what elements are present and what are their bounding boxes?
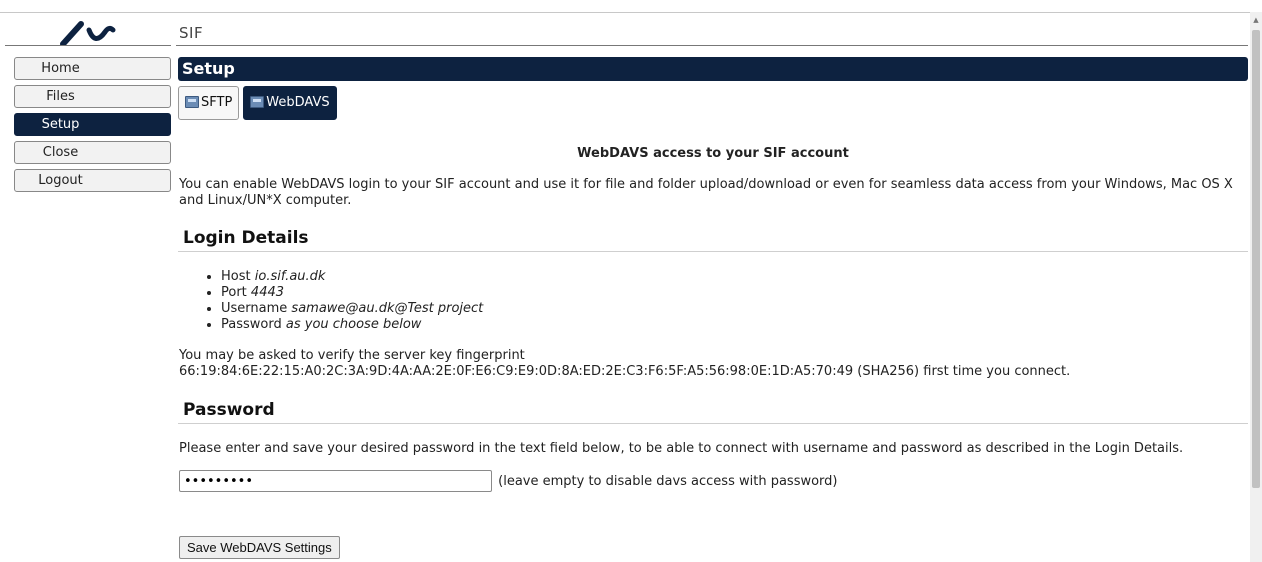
tab-label: WebDAVS (266, 95, 330, 110)
login-details-list: Host io.sif.au.dk Port 4443 Username sam… (201, 269, 483, 333)
nav-files-button[interactable]: Files (14, 85, 171, 108)
logo-underline (5, 45, 171, 46)
detail-label: Host (221, 269, 251, 284)
sidebar-nav: Home Files Setup Close Logout (14, 57, 171, 197)
detail-label: Password (221, 317, 282, 332)
scroll-up-icon[interactable]: ▲ (1250, 14, 1262, 26)
detail-value: io.sif.au.dk (254, 269, 326, 284)
page-heading: WebDAVS access to your SIF account (577, 146, 849, 161)
detail-value: samawe@au.dk@Test project (291, 301, 484, 316)
main-content: Setup SFTP WebDAVS WebDAVS access to you… (178, 57, 1248, 559)
scrollbar-thumb[interactable] (1252, 30, 1260, 488)
logo (5, 20, 171, 46)
scrollbar[interactable]: ▲ (1250, 12, 1262, 562)
app-title: SIF (179, 24, 204, 42)
nav-label: Close (42, 145, 79, 160)
nav-label: Files (46, 89, 75, 104)
tab-webdavs[interactable]: WebDAVS (243, 86, 337, 120)
sftp-icon (185, 96, 199, 108)
fingerprint-intro: You may be asked to verify the server ke… (179, 348, 525, 363)
nav-label: Logout (38, 173, 83, 188)
intro-text: You can enable WebDAVS login to your SIF… (179, 177, 1233, 208)
section-title: Setup (178, 57, 1248, 81)
title-underline (176, 45, 1248, 46)
fingerprint-value: 66:19:84:6E:22:15:A0:2C:3A:9D:4A:AA:2E:0… (179, 364, 1071, 379)
detail-label: Username (221, 301, 288, 316)
tab-label: SFTP (201, 95, 233, 110)
nav-home-button[interactable]: Home (14, 57, 171, 80)
nav-logout-button[interactable]: Logout (14, 169, 171, 192)
nav-close-button[interactable]: Close (14, 141, 171, 164)
nav-label: Setup (41, 117, 80, 132)
password-row: (leave empty to disable davs access with… (179, 470, 838, 492)
password-heading: Password (178, 400, 1248, 424)
detail-value: as you choose below (285, 317, 422, 332)
login-details-heading: Login Details (178, 228, 1248, 252)
tab-sftp[interactable]: SFTP (178, 86, 240, 120)
nav-setup-button[interactable]: Setup (14, 113, 171, 136)
webdavs-icon (250, 96, 265, 108)
detail-value: 4443 (250, 285, 285, 300)
save-webdavs-settings-button[interactable]: Save WebDAVS Settings (179, 536, 340, 559)
list-item: Password as you choose below (221, 317, 483, 333)
list-item: Username samawe@au.dk@Test project (221, 301, 483, 317)
password-intro: Please enter and save your desired passw… (179, 441, 1184, 456)
fingerprint-text: You may be asked to verify the server ke… (179, 348, 1070, 380)
list-item: Port 4443 (221, 285, 483, 301)
list-item: Host io.sif.au.dk (221, 269, 483, 285)
top-divider (0, 12, 1250, 13)
au-logo-icon (60, 21, 116, 46)
password-note: (leave empty to disable davs access with… (498, 473, 838, 489)
setup-tabs: SFTP WebDAVS (178, 86, 1248, 120)
password-input[interactable] (179, 470, 492, 492)
detail-label: Port (221, 285, 247, 300)
nav-label: Home (41, 61, 80, 76)
